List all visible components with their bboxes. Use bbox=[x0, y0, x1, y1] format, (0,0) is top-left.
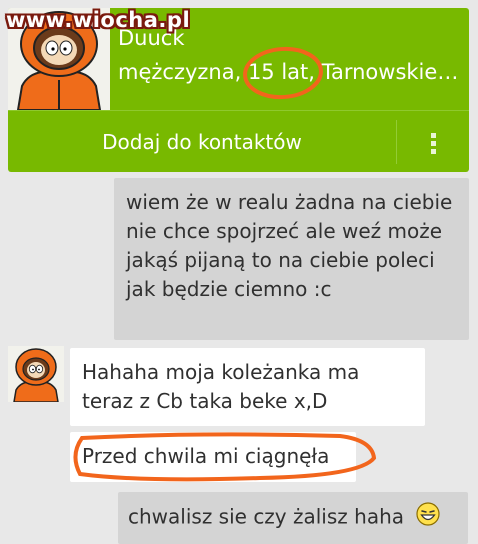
overflow-menu-icon[interactable] bbox=[397, 111, 469, 172]
message-text: Przed chwila mi ciągnęła bbox=[82, 444, 330, 468]
message-text: chwalisz sie czy żalisz haha bbox=[128, 504, 405, 529]
message-bubble[interactable]: wiem że w realu żadna na ciebie nie chce… bbox=[114, 178, 469, 340]
message-bubble[interactable]: chwalisz sie czy żalisz haha bbox=[118, 492, 468, 544]
watermark: www.wiocha.pl bbox=[6, 8, 191, 32]
add-contact-button[interactable]: Dodaj do kontaktów bbox=[8, 111, 396, 172]
profile-details: mężczyzna, 15 lat, Tarnowskie Góry bbox=[118, 60, 463, 84]
contact-avatar[interactable] bbox=[8, 346, 64, 403]
message-text: Hahaha moja koleżanka ma teraz z Cb taka… bbox=[82, 360, 360, 413]
message-bubble[interactable]: Przed chwila mi ciągnęła bbox=[70, 432, 356, 482]
message-bubble[interactable]: Hahaha moja koleżanka ma teraz z Cb taka… bbox=[70, 348, 425, 426]
laughing-emoji-icon bbox=[416, 502, 440, 534]
profile-card: Duuck mężczyzna, 15 lat, Tarnowskie Góry… bbox=[8, 8, 469, 172]
message-text: wiem że w realu żadna na ciebie nie chce… bbox=[126, 190, 453, 301]
